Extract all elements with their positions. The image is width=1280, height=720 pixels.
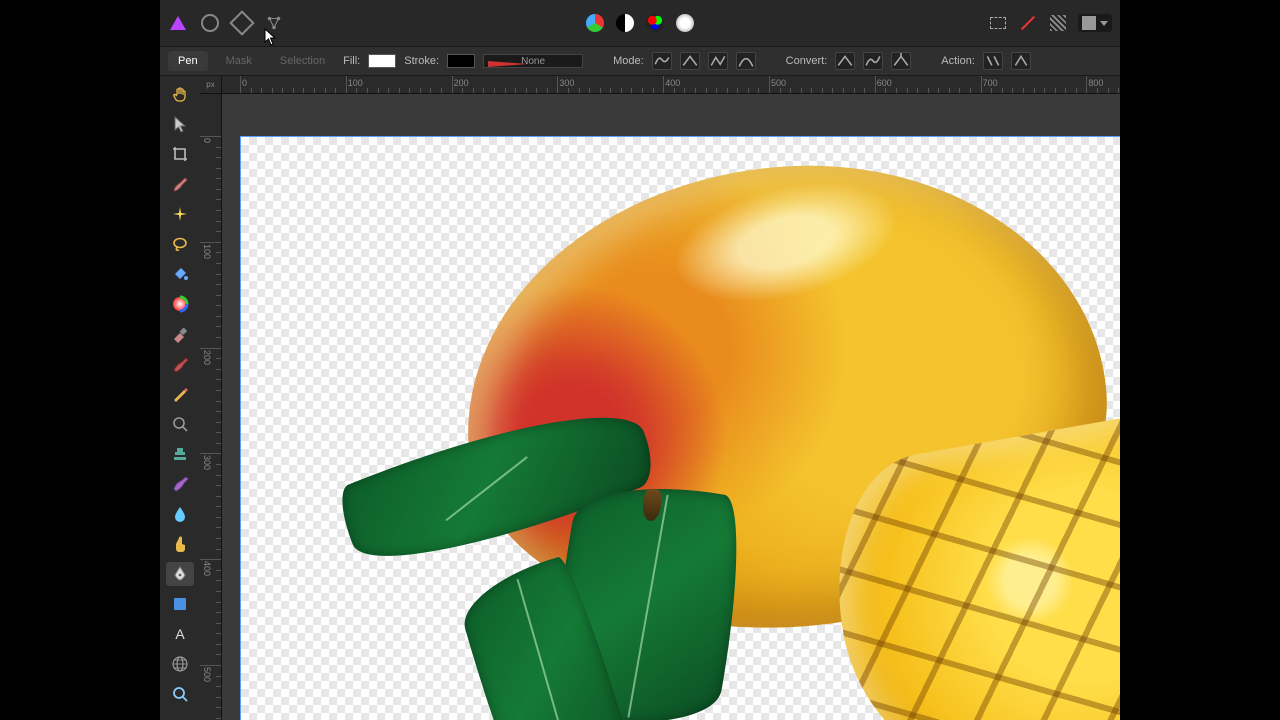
color-picker-tool[interactable]	[166, 292, 194, 316]
photo-persona-icon[interactable]	[200, 13, 220, 33]
convert-smooth-icon[interactable]	[863, 52, 883, 70]
shape-dropdown[interactable]	[1078, 14, 1112, 32]
smudge-tool[interactable]	[166, 532, 194, 556]
tab-pen[interactable]: Pen	[168, 51, 208, 71]
text-tool[interactable]: A	[166, 622, 194, 646]
swatches-icon[interactable]	[585, 13, 605, 33]
canvas-viewport[interactable]	[222, 94, 1120, 720]
healing-tool[interactable]	[166, 472, 194, 496]
tool-panel: A	[160, 76, 200, 720]
sparkle-tool[interactable]	[166, 202, 194, 226]
pencil-tool[interactable]	[166, 382, 194, 406]
fill-label: Fill:	[343, 55, 360, 67]
mode-polygon-icon[interactable]	[652, 52, 672, 70]
persona-toolbar	[160, 0, 1120, 46]
channels-icon[interactable]	[645, 13, 665, 33]
mix-brush-tool[interactable]	[166, 352, 194, 376]
mode-smart-icon[interactable]	[708, 52, 728, 70]
context-toolbar: Pen Mask Selection Fill: Stroke: None Mo…	[160, 46, 1120, 76]
mode-line-icon[interactable]	[680, 52, 700, 70]
action-break-icon[interactable]	[983, 52, 1003, 70]
tab-mask[interactable]: Mask	[216, 51, 262, 71]
dodge-tool[interactable]	[166, 502, 194, 526]
paintbrush-tool[interactable]	[166, 172, 194, 196]
erase-brush-tool[interactable]	[166, 322, 194, 346]
svg-text:A: A	[175, 626, 185, 642]
action-join-icon[interactable]	[1011, 52, 1031, 70]
fill-swatch[interactable]	[368, 54, 396, 68]
mesh-warp-tool[interactable]	[166, 652, 194, 676]
stamp-tool[interactable]	[166, 442, 194, 466]
pen-tool[interactable]	[166, 562, 194, 586]
luminance-icon[interactable]	[675, 13, 695, 33]
cursor-icon	[264, 28, 278, 46]
move-tool[interactable]	[166, 112, 194, 136]
crop-tool[interactable]	[166, 142, 194, 166]
stroke-label: Stroke:	[404, 55, 439, 67]
ruler-vertical: 0100200300400500	[200, 94, 222, 720]
ruler-horizontal: 0100200300400500600700800	[222, 76, 1120, 94]
tab-selection[interactable]: Selection	[270, 51, 335, 71]
square-icon	[1082, 16, 1096, 30]
flood-fill-tool[interactable]	[166, 262, 194, 286]
hand-tool[interactable]	[166, 82, 194, 106]
convert-sharp-icon[interactable]	[835, 52, 855, 70]
pixel-toggle-icon[interactable]	[1048, 13, 1068, 33]
mode-label: Mode:	[613, 55, 644, 67]
mode-free-icon[interactable]	[736, 52, 756, 70]
liquify-persona-icon[interactable]	[232, 13, 252, 33]
zoom-blur-tool[interactable]	[166, 412, 194, 436]
convert-smart-icon[interactable]	[891, 52, 911, 70]
stroke-swatch[interactable]	[447, 54, 475, 68]
action-label: Action:	[941, 55, 975, 67]
app-logo-icon	[168, 13, 188, 33]
convert-label: Convert:	[786, 55, 828, 67]
quick-mask-icon[interactable]	[1018, 13, 1038, 33]
lasso-tool[interactable]	[166, 232, 194, 256]
view-zoom-tool[interactable]	[166, 682, 194, 706]
document-canvas[interactable]	[240, 136, 1120, 720]
marquee-icon[interactable]	[988, 13, 1008, 33]
chevron-down-icon	[1100, 21, 1108, 26]
stroke-width-picker[interactable]: None	[483, 54, 583, 68]
rectangle-tool[interactable]	[166, 592, 194, 616]
contrast-icon[interactable]	[615, 13, 635, 33]
ruler-unit: px	[200, 76, 222, 94]
